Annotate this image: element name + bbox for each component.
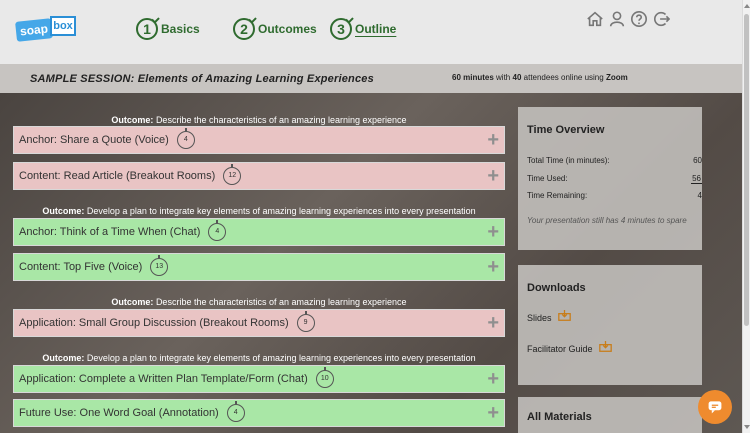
outcome-text: Describe the characteristics of an amazi… — [155, 297, 407, 307]
session-info: 60 minutes with 40 attendees online usin… — [452, 73, 628, 82]
total-time-row: Total Time (in minutes): 60 — [527, 156, 711, 165]
timer-icon: 13 — [150, 255, 169, 276]
session-with: with — [496, 73, 511, 82]
outcome-prefix: Outcome: — [42, 206, 85, 216]
step-outcomes[interactable]: 2 Outcomes — [233, 17, 317, 41]
facilitator-guide-download[interactable]: Facilitator Guide — [527, 341, 612, 354]
activity-card[interactable]: Application: Small Group Discussion (Bre… — [13, 309, 505, 337]
timer-icon: 12 — [223, 164, 242, 185]
expand-plus-icon[interactable]: + — [487, 166, 499, 186]
app-header: soap box 1 Basics 2 Outcomes 3 Outline — [0, 0, 742, 64]
chat-bubble-icon — [708, 401, 722, 414]
outcome-label: Outcome: Describe the characteristics of… — [13, 297, 505, 307]
facilitator-label: Facilitator Guide — [527, 344, 593, 354]
downloads-title: Downloads — [527, 282, 586, 294]
activity-card[interactable]: Future Use: One Word Goal (Annotation) 4… — [13, 399, 505, 427]
all-materials-panel: All Materials — [518, 397, 702, 433]
expand-plus-icon[interactable]: + — [487, 313, 499, 333]
outcome-text: Develop a plan to integrate key elements… — [86, 353, 476, 363]
session-title: SAMPLE SESSION: Elements of Amazing Lear… — [30, 73, 374, 85]
chat-button[interactable] — [698, 390, 732, 424]
activity-title: Future Use: One Word Goal (Annotation) — [19, 407, 219, 419]
expand-plus-icon[interactable]: + — [487, 369, 499, 389]
outcome-label: Outcome: Develop a plan to integrate key… — [13, 353, 505, 363]
timer-icon: 4 — [176, 128, 195, 149]
timer-icon: 10 — [315, 367, 334, 388]
timer-icon: 4 — [208, 220, 227, 241]
step-outline[interactable]: 3 Outline — [330, 17, 396, 41]
user-icon[interactable] — [608, 10, 626, 28]
timer-icon: 4 — [226, 401, 245, 422]
outcome-label: Outcome: Develop a plan to integrate key… — [13, 206, 505, 216]
help-icon[interactable] — [630, 10, 648, 28]
spare-time-note: Your presentation still has 4 minutes to… — [527, 216, 687, 225]
time-used-row: Time Used: 56 — [527, 174, 711, 184]
time-remaining-row: Time Remaining: 4 — [527, 191, 711, 200]
session-minutes: 60 minutes — [452, 73, 494, 82]
time-remaining-value: 4 — [697, 191, 702, 200]
slides-download[interactable]: Slides — [527, 310, 571, 323]
expand-plus-icon[interactable]: + — [487, 257, 499, 277]
activity-card[interactable]: Application: Complete a Written Plan Tem… — [13, 365, 505, 393]
outcome-text: Develop a plan to integrate key elements… — [86, 206, 476, 216]
time-used-value: 56 — [691, 174, 702, 184]
total-time-label: Total Time (in minutes): — [527, 156, 610, 165]
step-number-icon: 2 — [233, 18, 255, 40]
activity-card[interactable]: Anchor: Share a Quote (Voice) 4 + — [13, 126, 505, 154]
activity-title: Anchor: Think of a Time When (Chat) — [19, 226, 201, 238]
slides-label: Slides — [527, 313, 552, 323]
expand-plus-icon[interactable]: + — [487, 403, 499, 423]
step-label: Outcomes — [258, 22, 317, 36]
downloads-panel: Downloads Slides Facilitator Guide — [518, 265, 702, 385]
soapbox-logo[interactable]: soap box — [15, 16, 76, 42]
time-remaining-label: Time Remaining: — [527, 191, 588, 200]
activity-title: Application: Complete a Written Plan Tem… — [19, 373, 308, 385]
time-overview-panel: Time Overview Total Time (in minutes): 6… — [518, 107, 702, 250]
outcome-text: Describe the characteristics of an amazi… — [155, 115, 407, 125]
page-scrollbar[interactable] — [742, 0, 750, 433]
activity-card[interactable]: Content: Top Five (Voice) 13 + — [13, 253, 505, 281]
step-number-icon: 1 — [136, 18, 158, 40]
session-attendees-text: attendees online using — [523, 73, 604, 82]
scrollbar-thumb[interactable] — [744, 14, 749, 326]
step-label: Outline — [355, 22, 397, 36]
expand-plus-icon[interactable]: + — [487, 222, 499, 242]
activity-card[interactable]: Content: Read Article (Breakout Rooms) 1… — [13, 162, 505, 190]
all-materials-title: All Materials — [527, 411, 592, 423]
outcome-label: Outcome: Describe the characteristics of… — [13, 115, 505, 125]
activity-title: Application: Small Group Discussion (Bre… — [19, 317, 289, 329]
session-bar: SAMPLE SESSION: Elements of Amazing Lear… — [0, 64, 742, 93]
time-used-label: Time Used: — [527, 174, 568, 183]
logo-box: box — [50, 16, 76, 36]
scroll-up-icon[interactable] — [744, 4, 750, 8]
header-icons — [586, 10, 670, 28]
outcome-prefix: Outcome: — [111, 115, 154, 125]
download-icon[interactable] — [598, 341, 612, 352]
timer-icon: 9 — [296, 311, 315, 332]
time-overview-title: Time Overview — [527, 124, 605, 136]
activity-card[interactable]: Anchor: Think of a Time When (Chat) 4 + — [13, 218, 505, 246]
activity-title: Anchor: Share a Quote (Voice) — [19, 134, 169, 146]
expand-plus-icon[interactable]: + — [487, 130, 499, 150]
total-time-value: 60 — [693, 156, 702, 165]
activity-title: Content: Read Article (Breakout Rooms) — [19, 170, 216, 182]
outcome-prefix: Outcome: — [111, 297, 154, 307]
outcome-prefix: Outcome: — [42, 353, 85, 363]
logout-icon[interactable] — [652, 10, 670, 28]
step-basics[interactable]: 1 Basics — [136, 17, 200, 41]
download-icon[interactable] — [557, 310, 571, 321]
scroll-down-icon[interactable] — [744, 425, 750, 429]
session-platform: Zoom — [605, 73, 628, 82]
session-attendees: 40 — [512, 73, 522, 82]
logo-soap: soap — [15, 18, 53, 42]
activity-title: Content: Top Five (Voice) — [19, 261, 143, 273]
step-number-icon: 3 — [330, 18, 352, 40]
home-icon[interactable] — [586, 10, 604, 28]
step-label: Basics — [161, 22, 200, 36]
